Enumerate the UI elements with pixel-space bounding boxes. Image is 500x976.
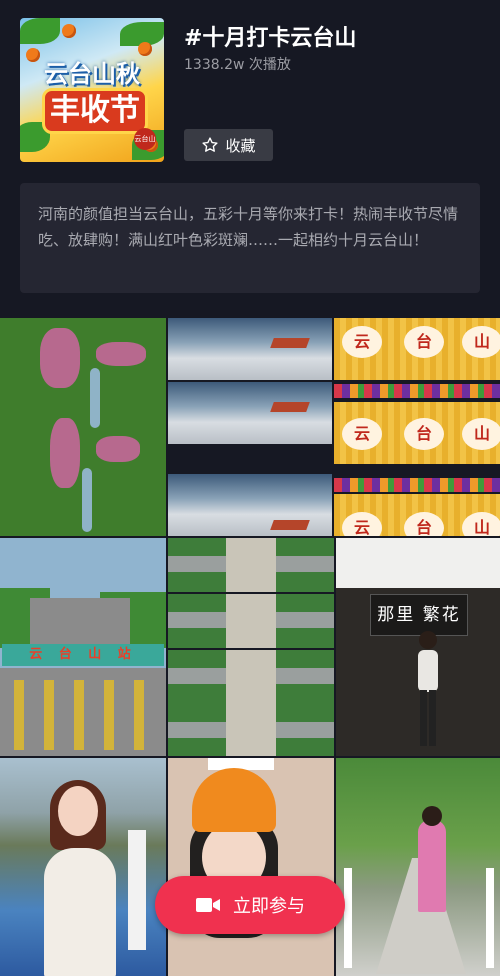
video-thumbnail-flower-field[interactable]: 云 台 山 云 台 山 云 台 山 bbox=[334, 318, 500, 536]
topic-cover-image: 云台山秋 丰收节 云台山 bbox=[20, 18, 164, 162]
star-icon bbox=[202, 137, 219, 152]
favorite-label: 收藏 bbox=[225, 136, 256, 155]
video-thumbnail-shop-sign[interactable]: 那里 繁花 bbox=[336, 538, 500, 756]
cover-title-line2: 丰收节 bbox=[42, 88, 148, 134]
play-count: 1338.2w 次播放 bbox=[184, 57, 291, 73]
join-challenge-button[interactable]: 立即参与 bbox=[155, 876, 345, 934]
join-button-label: 立即参与 bbox=[233, 896, 305, 917]
video-thumbnail-toll-gate[interactable]: 云 台 山 站 bbox=[0, 538, 166, 756]
topic-description: 河南的颜值担当云台山，五彩十月等你来打卡！热闹丰收节尽情吃、放肆购！满山红叶色彩… bbox=[20, 183, 480, 293]
cover-title-line1: 云台山秋 bbox=[44, 60, 140, 88]
topic-header: 云台山秋 丰收节 云台山 #十月打卡云台山 1338.2w 次播放 收藏 河南的… bbox=[0, 0, 500, 318]
video-camera-icon bbox=[196, 898, 220, 912]
toll-gate-sign: 云 台 山 站 bbox=[2, 644, 164, 666]
video-thumbnail-girl-on-bridge[interactable] bbox=[0, 758, 166, 976]
video-thumbnail-sea-of-clouds[interactable] bbox=[168, 318, 332, 536]
video-thumbnail-mountain-bridge[interactable] bbox=[336, 758, 500, 976]
cover-seal: 云台山 bbox=[134, 128, 156, 150]
video-thumbnail-selfie[interactable] bbox=[168, 758, 334, 976]
person-figure bbox=[418, 631, 438, 746]
favorite-button[interactable]: 收藏 bbox=[184, 129, 273, 161]
topic-title: #十月打卡云台山 bbox=[184, 26, 357, 51]
video-thumbnail-canyon[interactable] bbox=[0, 318, 166, 536]
video-thumbnail-drone-view[interactable] bbox=[168, 538, 334, 756]
